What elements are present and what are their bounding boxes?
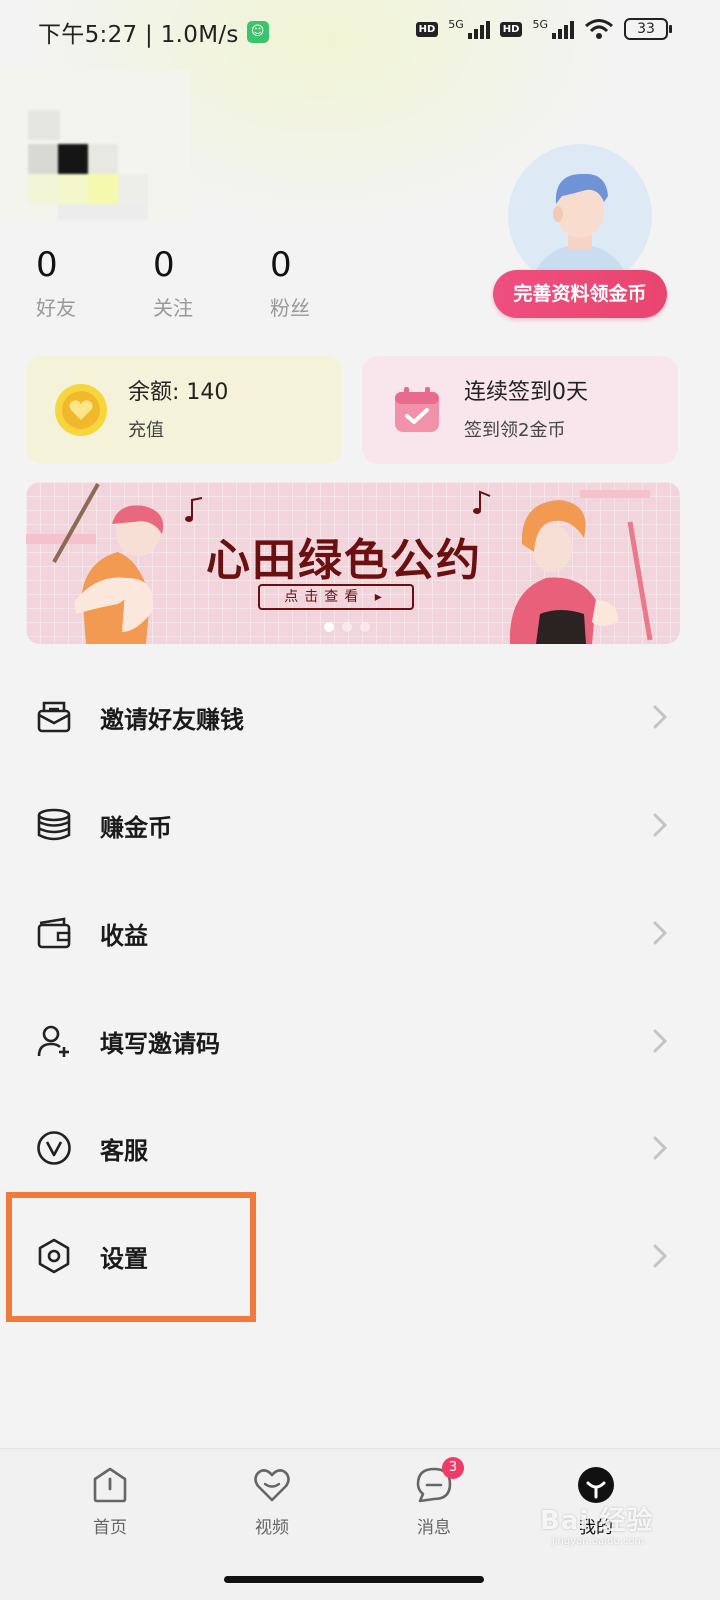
carousel-dot xyxy=(360,622,370,632)
chevron-right-icon xyxy=(653,921,668,945)
tab-label: 消息 xyxy=(417,1518,451,1538)
carousel-dot xyxy=(342,622,352,632)
hd-icon: HD xyxy=(415,21,439,37)
music-note-icon-2 xyxy=(473,490,491,514)
banner-title: 心田绿色公约 xyxy=(206,535,482,586)
recharge-link[interactable]: 充值 xyxy=(128,416,228,442)
stat-label: 粉丝 xyxy=(270,296,310,320)
menu-label: 收益 xyxy=(100,921,148,950)
menu-label: 填写邀请码 xyxy=(100,1029,220,1058)
home-icon xyxy=(90,1465,130,1505)
chevron-right-icon xyxy=(653,1244,668,1268)
menu-customer-service[interactable]: 客服 xyxy=(0,1094,720,1202)
watermark-logo: Bai 经验 xyxy=(540,1506,654,1536)
wallet-icon xyxy=(37,917,71,949)
complete-profile-button[interactable]: 完善资料领金币 xyxy=(493,270,667,318)
signal-icon xyxy=(467,19,490,39)
menu-earnings[interactable]: 收益 xyxy=(0,879,720,987)
unread-badge: 3 xyxy=(442,1457,464,1479)
menu-label: 客服 xyxy=(100,1136,148,1165)
carousel-dot-active xyxy=(324,622,334,632)
coin-stack-icon xyxy=(37,808,71,841)
chevron-right-icon xyxy=(653,705,668,729)
banner-illustration-left xyxy=(26,483,164,644)
menu-enter-invite-code[interactable]: 填写邀请码 xyxy=(0,987,720,1095)
stat-label: 好友 xyxy=(36,296,76,320)
tab-messages[interactable]: 3 消息 xyxy=(374,1457,494,1538)
hd-icon-2: HD xyxy=(499,21,523,37)
network-type-label-2: 5G xyxy=(532,17,548,31)
menu-label: 赚金币 xyxy=(100,813,172,842)
signal-icon-2 xyxy=(552,19,574,39)
carousel-dots xyxy=(324,622,370,632)
default-avatar-icon xyxy=(530,173,630,288)
user-add-icon xyxy=(37,1025,69,1057)
invite-envelope-icon xyxy=(37,701,71,733)
avatar[interactable] xyxy=(508,144,652,288)
chevron-right-icon xyxy=(653,1136,668,1160)
banner-view-button[interactable]: 点击查看 ▸ xyxy=(258,584,414,610)
promo-banner[interactable]: 心田绿色公约 点击查看 ▸ xyxy=(26,482,680,644)
status-time: 下午5:27 | 1.0M/s xyxy=(38,22,239,48)
app-notification-icon: ☺ xyxy=(246,21,269,43)
tab-home[interactable]: 首页 xyxy=(50,1465,170,1538)
stat-friends[interactable]: 0 好友 xyxy=(36,244,153,321)
stat-followers[interactable]: 0 粉丝 xyxy=(270,244,387,321)
menu-earn-coins[interactable]: 赚金币 xyxy=(0,771,720,879)
calendar-check-icon xyxy=(395,387,439,432)
menu-invite-friends[interactable]: 邀请好友赚钱 xyxy=(0,663,720,771)
battery-icon: 33 xyxy=(624,18,672,40)
music-note-icon xyxy=(185,497,203,522)
chevron-right-icon xyxy=(653,1029,668,1053)
home-indicator[interactable] xyxy=(224,1576,484,1583)
network-type-label: 5G xyxy=(448,17,464,31)
wifi-icon xyxy=(585,19,613,39)
message-icon: 3 xyxy=(414,1457,464,1505)
video-heart-icon xyxy=(252,1465,292,1505)
signin-reward: 签到领2金币 xyxy=(464,420,566,441)
stat-value: 0 xyxy=(153,245,175,285)
coin-heart-icon xyxy=(55,384,107,436)
menu-label: 邀请好友赚钱 xyxy=(100,705,244,734)
signin-streak: 连续签到0天 xyxy=(464,380,588,405)
annotation-highlight-box xyxy=(6,1192,256,1322)
status-indicators: HD 5G HD 5G 33 xyxy=(415,17,672,40)
signin-card[interactable]: 连续签到0天 签到领2金币 xyxy=(362,356,678,464)
banner-illustration-right xyxy=(509,490,653,644)
profile-stats: 0 好友 0 关注 0 粉丝 xyxy=(36,244,387,321)
balance-card[interactable]: 余额: 140 充值 xyxy=(26,356,342,464)
stat-value: 0 xyxy=(36,245,58,285)
tab-label: 视频 xyxy=(255,1518,289,1538)
customer-service-icon xyxy=(37,1131,71,1165)
stat-following[interactable]: 0 关注 xyxy=(153,244,270,321)
stat-label: 关注 xyxy=(153,296,193,320)
stat-value: 0 xyxy=(270,245,292,285)
tab-label: 首页 xyxy=(93,1518,127,1538)
watermark-url: jingyan.baidu.com xyxy=(552,1536,645,1547)
chevron-right-icon xyxy=(653,813,668,837)
username-blurred xyxy=(0,70,190,220)
profile-icon xyxy=(576,1465,616,1505)
balance-amount: 余额: 140 xyxy=(128,380,229,405)
tab-video[interactable]: 视频 xyxy=(212,1465,332,1538)
status-bar: 下午5:27 | 1.0M/s ☺ HD 5G HD 5G 33 xyxy=(0,0,720,64)
